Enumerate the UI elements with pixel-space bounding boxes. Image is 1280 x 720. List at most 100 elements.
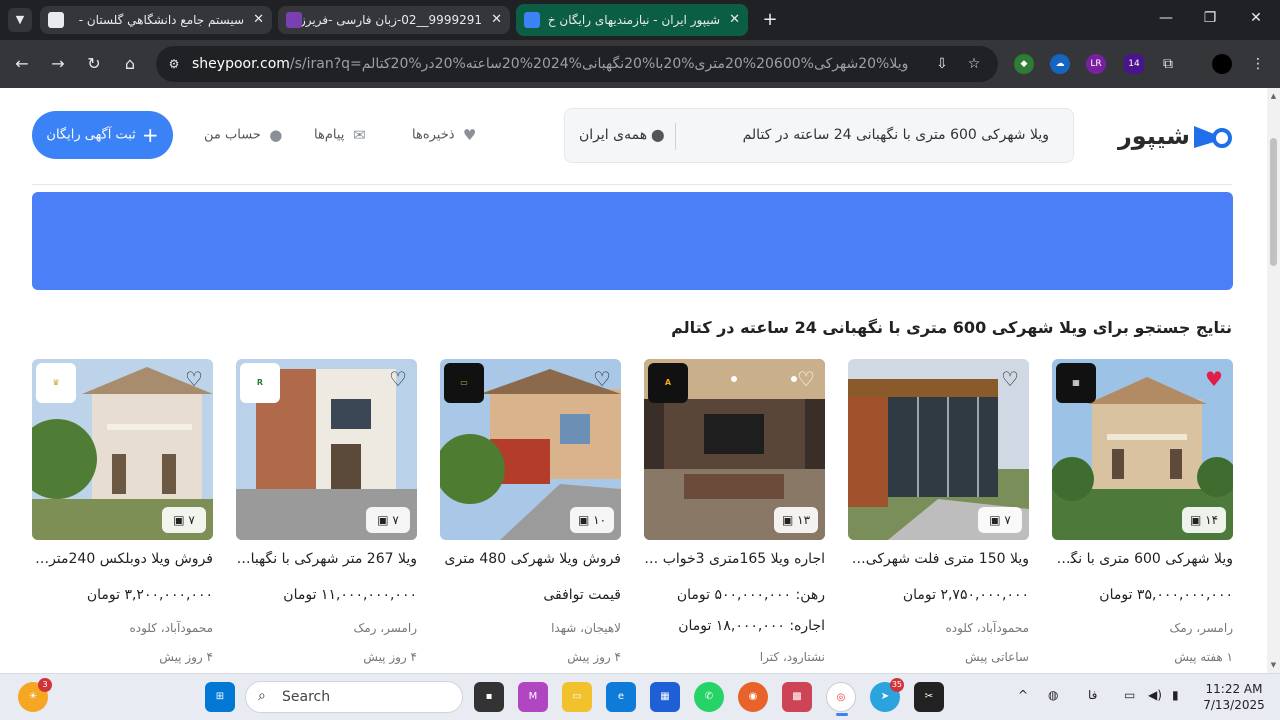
network-globe-icon[interactable]: ◍ xyxy=(1048,688,1058,702)
install-app-icon[interactable]: ⇩ xyxy=(932,54,952,74)
clock-time: 11:22 AM xyxy=(1205,682,1263,696)
listing-title[interactable]: اجاره ویلا 165متری 3خواب شهرکی xyxy=(644,551,825,567)
favorite-heart-icon[interactable]: ♡ xyxy=(386,367,410,391)
site-info-icon[interactable]: ⚙ xyxy=(164,54,184,74)
listing-card[interactable]: ▭ ♡ ۱۰ ▣ فروش ویلا شهرکی 480 متری قیمت ت… xyxy=(440,359,621,673)
saved-link[interactable]: ♥ ذخیره‌ها xyxy=(412,126,479,144)
url-path: /s/iran?q=ویلا%20شهرکی%20600%20متری%20با… xyxy=(289,56,909,72)
listing-title[interactable]: فروش ویلا شهرکی 480 متری xyxy=(440,551,621,567)
listing-title[interactable]: ویلا 150 متری فلت شهرکی با نگهبانی xyxy=(848,551,1029,567)
page-scrollbar[interactable]: ▲ ▼ xyxy=(1267,88,1280,673)
messages-link[interactable]: ✉ پیام‌ها xyxy=(314,126,368,144)
restore-window-icon[interactable]: ❐ xyxy=(1200,10,1220,26)
search-input[interactable]: ویلا شهرکی 600 متری با نگهبانی 24 ساعته … xyxy=(743,127,1049,143)
listing-price: ۳۵,۰۰۰,۰۰۰,۰۰۰ تومان xyxy=(1099,587,1233,603)
forward-icon[interactable]: → xyxy=(46,52,70,76)
browser-tab-golestan[interactable]: سیستم جامع دانشگاهي گلستان - ✕ xyxy=(40,6,272,34)
extension-vpn-icon[interactable]: ◆ xyxy=(1014,54,1034,74)
logo-text: شیپور xyxy=(1117,122,1190,150)
browser-tab-sheypoor[interactable]: شیپور ایران - نیازمندیهای رایگان خ ✕ xyxy=(516,4,748,36)
browser-tab-bar: ▼ سیستم جامع دانشگاهي گلستان - ✕ 9999291… xyxy=(0,0,1280,40)
home-icon[interactable]: ⌂ xyxy=(118,52,142,76)
extension-badge-icon[interactable]: 14 xyxy=(1124,54,1144,74)
listing-price: ۳,۲۰۰,۰۰۰,۰۰۰ تومان xyxy=(86,587,213,603)
scroll-thumb[interactable] xyxy=(1270,138,1277,266)
bookmark-star-icon[interactable]: ☆ xyxy=(964,54,984,74)
account-link[interactable]: ● حساب من xyxy=(204,126,285,144)
listing-title[interactable]: ویلا 267 متر شهرکی با نگهبانی xyxy=(236,551,417,567)
task-view-icon[interactable]: ▪ xyxy=(474,682,504,712)
site-logo[interactable]: شیپور xyxy=(1108,116,1232,156)
web-page: شیپور ویلا شهرکی 600 متری با نگهبانی 24 … xyxy=(0,88,1267,673)
promo-banner[interactable] xyxy=(32,192,1233,290)
profile-avatar[interactable] xyxy=(1212,54,1232,74)
listing-time: ۴ روز پیش xyxy=(363,650,417,664)
listing-card[interactable]: ♡ ۷ ▣ ویلا 150 متری فلت شهرکی با نگهبانی… xyxy=(848,359,1029,673)
capcut-icon[interactable]: ✂ xyxy=(914,682,944,712)
volume-icon[interactable]: ◀) xyxy=(1148,688,1162,702)
edge-icon[interactable]: e xyxy=(606,682,636,712)
favorite-heart-icon[interactable]: ♡ xyxy=(998,367,1022,391)
listing-card[interactable]: A ♡ ۱۳ ▣ اجاره ویلا 165متری 3خواب شهرکی … xyxy=(644,359,825,673)
extensions-puzzle-icon[interactable]: ⧉ xyxy=(1158,54,1178,74)
firefox-icon[interactable]: ◉ xyxy=(738,682,768,712)
favorite-heart-icon[interactable]: ♡ xyxy=(590,367,614,391)
listing-price: ۲,۷۵۰,۰۰۰,۰۰۰ تومان xyxy=(902,587,1029,603)
photo-count-badge: ۷ ▣ xyxy=(978,507,1022,533)
location-selector[interactable]: ⬤همه‌ی ایران xyxy=(579,127,665,143)
scroll-down-icon[interactable]: ▼ xyxy=(1267,659,1280,671)
taskbar-search[interactable]: ⌕ Search xyxy=(245,681,463,713)
favorite-heart-icon[interactable]: ♡ xyxy=(182,367,206,391)
post-ad-button[interactable]: + ثبت آگهی رایگان xyxy=(32,111,173,159)
telegram-icon[interactable]: ➤ 35 xyxy=(870,678,904,712)
minimize-window-icon[interactable]: — xyxy=(1156,10,1176,26)
location-pin-icon: ⬤ xyxy=(651,128,665,142)
listing-card[interactable]: ♛ ♡ ۷ ▣ فروش ویلا دوبلکس 240متری شهرکی ۳… xyxy=(32,359,213,673)
file-explorer-icon[interactable]: ▭ xyxy=(562,682,592,712)
listing-card[interactable]: R ♡ ۷ ▣ ویلا 267 متر شهرکی با نگهبانی ۱۱… xyxy=(236,359,417,673)
battery-icon[interactable]: ▮ xyxy=(1172,688,1179,702)
extension-lr-icon[interactable]: LR xyxy=(1086,54,1106,74)
url-text[interactable]: sheypoor.com/s/iran?q=ویلا%20شهرکی%20600… xyxy=(192,46,952,82)
store-icon[interactable]: ▦ xyxy=(650,682,680,712)
input-language[interactable]: فا xyxy=(1088,688,1097,702)
close-tab-icon[interactable]: ✕ xyxy=(491,6,502,34)
post-ad-label: ثبت آگهی رایگان xyxy=(46,127,136,143)
active-indicator xyxy=(836,713,848,716)
close-window-icon[interactable]: ✕ xyxy=(1246,10,1266,26)
tab-title: سیستم جامع دانشگاهي گلستان - xyxy=(78,13,244,27)
browser-menu-icon[interactable]: ⋮ xyxy=(1248,54,1268,74)
start-menu-icon[interactable]: ⊞ xyxy=(205,682,235,712)
windows-taskbar: ☀ 3 ⊞ ⌕ Search ▪ M ▭ e ▦ ✆ ◉ ▩ ◎ ➤ 35 ✂ ^ … xyxy=(0,673,1280,720)
favorite-heart-icon[interactable]: ♥ xyxy=(1202,367,1226,391)
new-tab-button[interactable]: + xyxy=(758,8,782,32)
close-tab-icon[interactable]: ✕ xyxy=(729,4,740,36)
listing-card[interactable]: ▦ ♥ ۱۴ ▣ ویلا شهرکی 600 متری با نگهبانی … xyxy=(1052,359,1233,673)
address-bar[interactable]: ⚙ sheypoor.com/s/iran?q=ویلا%20شهرکی%206… xyxy=(156,46,998,82)
header-divider xyxy=(32,184,1232,185)
device-icon[interactable]: ▭ xyxy=(1124,688,1135,702)
listing-location: نشتارود، کترا xyxy=(759,650,825,664)
reload-icon[interactable]: ↻ xyxy=(82,52,106,76)
close-tab-icon[interactable]: ✕ xyxy=(253,6,264,34)
tab-search-button[interactable]: ▼ xyxy=(8,8,32,32)
scroll-up-icon[interactable]: ▲ xyxy=(1267,90,1280,102)
user-icon: ● xyxy=(269,126,283,144)
sheypoor-horn-icon xyxy=(1194,126,1232,148)
tray-overflow-icon[interactable]: ^ xyxy=(1018,688,1028,702)
m365-icon[interactable]: M xyxy=(518,682,548,712)
chrome-icon[interactable]: ◎ xyxy=(826,682,856,716)
app-grid-icon[interactable]: ▩ xyxy=(782,682,812,712)
listing-title[interactable]: ویلا شهرکی 600 متری با نگهبانی 24 ساعته xyxy=(1052,551,1233,567)
chat-icon: ✉ xyxy=(353,126,366,144)
search-box[interactable]: ویلا شهرکی 600 متری با نگهبانی 24 ساعته … xyxy=(564,108,1074,163)
browser-tab-persian[interactable]: 9999291__02-زبان فارسی -فریرز ✕ xyxy=(278,6,510,34)
listing-price: قیمت توافقی xyxy=(543,587,621,603)
weather-widget-icon[interactable]: ☀ 3 xyxy=(18,678,52,712)
favorite-heart-icon[interactable]: ♡ xyxy=(794,367,818,391)
taskbar-clock[interactable]: 11:22 AM 7/13/2025 xyxy=(1196,681,1272,713)
whatsapp-icon[interactable]: ✆ xyxy=(694,682,724,712)
extension-cloud-icon[interactable]: ☁ xyxy=(1050,54,1070,74)
listing-title[interactable]: فروش ویلا دوبلکس 240متری شهرکی xyxy=(32,551,213,567)
back-icon[interactable]: ← xyxy=(10,52,34,76)
